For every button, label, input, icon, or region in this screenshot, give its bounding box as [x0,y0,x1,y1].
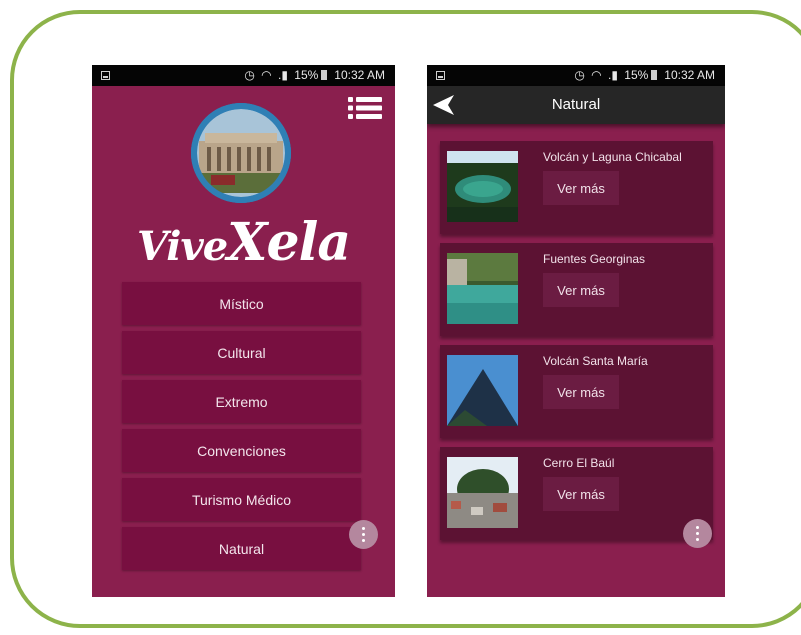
ver-mas-button[interactable]: Ver más [543,171,619,205]
place-photo-fuentes [447,253,518,324]
category-convenciones-button[interactable]: Convenciones [122,429,361,472]
place-title: Volcán y Laguna Chicabal [543,150,682,164]
place-title: Fuentes Georginas [543,252,646,266]
category-extremo-button[interactable]: Extremo [122,380,361,423]
place-card[interactable]: Volcán Santa María Ver más [440,345,713,438]
wifi-icon: ◠ [261,68,272,82]
signal-icon: .▮ [277,68,288,82]
battery-icon [321,70,328,80]
alarm-icon: ◷ [244,68,255,82]
category-turismo-medico-button[interactable]: Turismo Médico [122,478,361,521]
home-screen: ◷ ◠ .▮ 15% 10:32 AM ViveXela Místico Cul… [92,65,395,597]
place-card[interactable]: Fuentes Georginas Ver más [440,243,713,336]
category-cultural-button[interactable]: Cultural [122,331,361,374]
battery-icon [651,70,658,80]
natural-screen: ◷ ◠ .▮ 15% 10:32 AM Natural Volcán y Lagu… [427,65,725,597]
more-vert-icon[interactable] [683,519,712,548]
place-title: Volcán Santa María [543,354,648,368]
signal-icon: .▮ [607,68,618,82]
category-mistico-button[interactable]: Místico [122,282,361,325]
notification-icon [436,71,445,80]
toolbar: Natural [427,86,725,124]
place-card[interactable]: Volcán y Laguna Chicabal Ver más [440,141,713,234]
ver-mas-button[interactable]: Ver más [543,477,619,511]
more-vert-icon[interactable] [349,520,378,549]
page-title: Natural [551,96,601,113]
place-title: Cerro El Baúl [543,456,615,470]
wifi-icon: ◠ [591,68,602,82]
battery-level: 15% [294,68,319,82]
category-natural-button[interactable]: Natural [122,527,361,570]
status-bar: ◷ ◠ .▮ 15% 10:32 AM [92,65,395,86]
place-card[interactable]: Cerro El Baúl Ver más [440,447,713,540]
menu-icon[interactable] [348,95,382,121]
status-bar: ◷ ◠ .▮ 15% 10:32 AM [427,65,725,86]
ver-mas-button[interactable]: Ver más [543,273,619,307]
status-time: 10:32 AM [334,68,385,82]
alarm-icon: ◷ [574,68,585,82]
place-photo-cerro [447,457,518,528]
place-photo-santa-maria [447,355,518,426]
place-photo-laguna [447,151,518,222]
status-time: 10:32 AM [664,68,715,82]
city-photo-logo [191,103,291,203]
ver-mas-button[interactable]: Ver más [543,375,619,409]
battery-level: 15% [624,68,649,82]
notification-icon [101,71,110,80]
app-logo-text: ViveXela [136,212,351,273]
